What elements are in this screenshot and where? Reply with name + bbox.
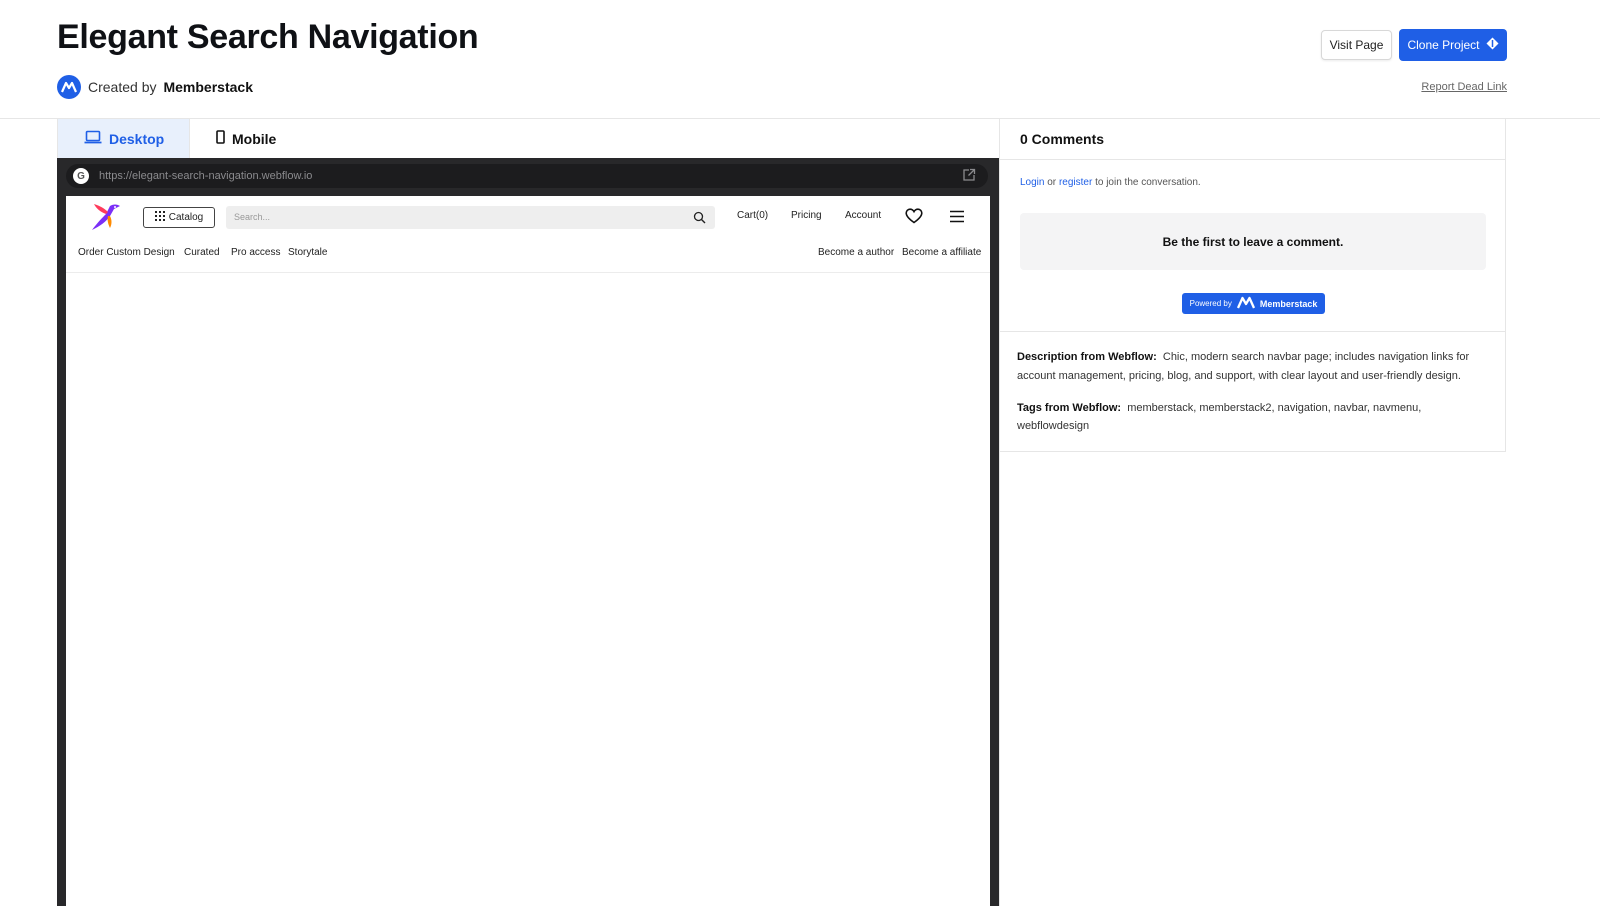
creator-line: Created by Memberstack (57, 75, 253, 99)
preview-frame: G https://elegant-search-navigation.webf… (57, 158, 999, 906)
memberstack-badge-icon (1236, 296, 1255, 311)
tab-desktop-label: Desktop (109, 130, 165, 147)
clone-project-button[interactable]: Clone Project (1399, 29, 1507, 61)
panel-border (999, 452, 1000, 906)
catalog-label: Catalog (168, 212, 204, 223)
details-divider (1000, 331, 1505, 332)
empty-comments-box: Be the first to leave a comment. (1020, 213, 1486, 270)
nav-account[interactable]: Account (845, 210, 881, 221)
creator-name[interactable]: Memberstack (163, 79, 253, 95)
or-text: or (1047, 177, 1057, 188)
search-icon[interactable] (693, 211, 706, 229)
tab-mobile-label: Mobile (232, 130, 277, 147)
sub-nav-curated[interactable]: Curated (184, 247, 220, 258)
nav-cart[interactable]: Cart(0) (737, 210, 768, 221)
view-tabs: Desktop Mobile (57, 119, 999, 159)
tags-block: Tags from Webflow: memberstack, memberst… (1017, 399, 1487, 435)
description-block: Description from Webflow: Chic, modern s… (1017, 348, 1487, 386)
join-text: to join the conversation. (1095, 177, 1201, 188)
preview-search-input[interactable]: Search... (226, 206, 715, 229)
sub-nav-become-affiliate[interactable]: Become a affiliate (902, 247, 981, 258)
laptop-icon (84, 130, 102, 147)
login-link[interactable]: Login (1020, 177, 1044, 188)
google-icon: G (73, 168, 89, 184)
nav-pricing[interactable]: Pricing (791, 210, 822, 221)
search-placeholder: Search... (234, 212, 271, 222)
sub-nav-order-custom[interactable]: Order Custom Design (78, 247, 175, 258)
clone-project-label: Clone Project (1407, 38, 1480, 52)
sub-nav-become-author[interactable]: Become a author (818, 247, 894, 258)
comments-panel: 0 Comments Login or register to join the… (999, 119, 1506, 452)
created-by-label: Created by (88, 79, 157, 95)
preview-nav-divider (66, 272, 990, 273)
comments-divider (1000, 159, 1505, 160)
report-dead-link[interactable]: Report Dead Link (1421, 81, 1507, 93)
preview-url: https://elegant-search-navigation.webflo… (99, 170, 313, 182)
memberstack-logo-icon (57, 75, 81, 99)
comments-heading: 0 Comments (1020, 131, 1105, 147)
preview-url-bar: G https://elegant-search-navigation.webf… (66, 164, 988, 188)
phone-icon (216, 130, 225, 147)
visit-page-button[interactable]: Visit Page (1321, 30, 1392, 60)
open-external-icon[interactable] (962, 168, 976, 187)
catalog-button[interactable]: Catalog (143, 207, 215, 228)
powered-by-label: Powered by (1189, 299, 1232, 308)
page-title: Elegant Search Navigation (57, 18, 479, 56)
preview-viewport: Catalog Search... Cart(0) Pricing Accoun… (66, 196, 990, 906)
grid-icon (154, 211, 165, 224)
webflow-diamond-icon (1486, 37, 1499, 53)
heart-icon[interactable] (905, 208, 923, 229)
hamburger-menu-icon[interactable] (949, 210, 965, 228)
powered-by-badge[interactable]: Powered by Memberstack (1182, 293, 1325, 314)
tab-desktop[interactable]: Desktop (57, 119, 190, 158)
tab-mobile[interactable]: Mobile (190, 119, 302, 158)
description-label: Description from Webflow: (1017, 351, 1157, 363)
powered-by-brand: Memberstack (1259, 298, 1318, 309)
bird-logo-icon[interactable] (90, 202, 124, 237)
sub-nav-storytale[interactable]: Storytale (288, 247, 327, 258)
sub-nav-pro-access[interactable]: Pro access (231, 247, 280, 258)
register-link[interactable]: register (1059, 177, 1092, 188)
tags-label: Tags from Webflow: (1017, 402, 1122, 414)
login-prompt: Login or register to join the conversati… (1020, 177, 1201, 188)
